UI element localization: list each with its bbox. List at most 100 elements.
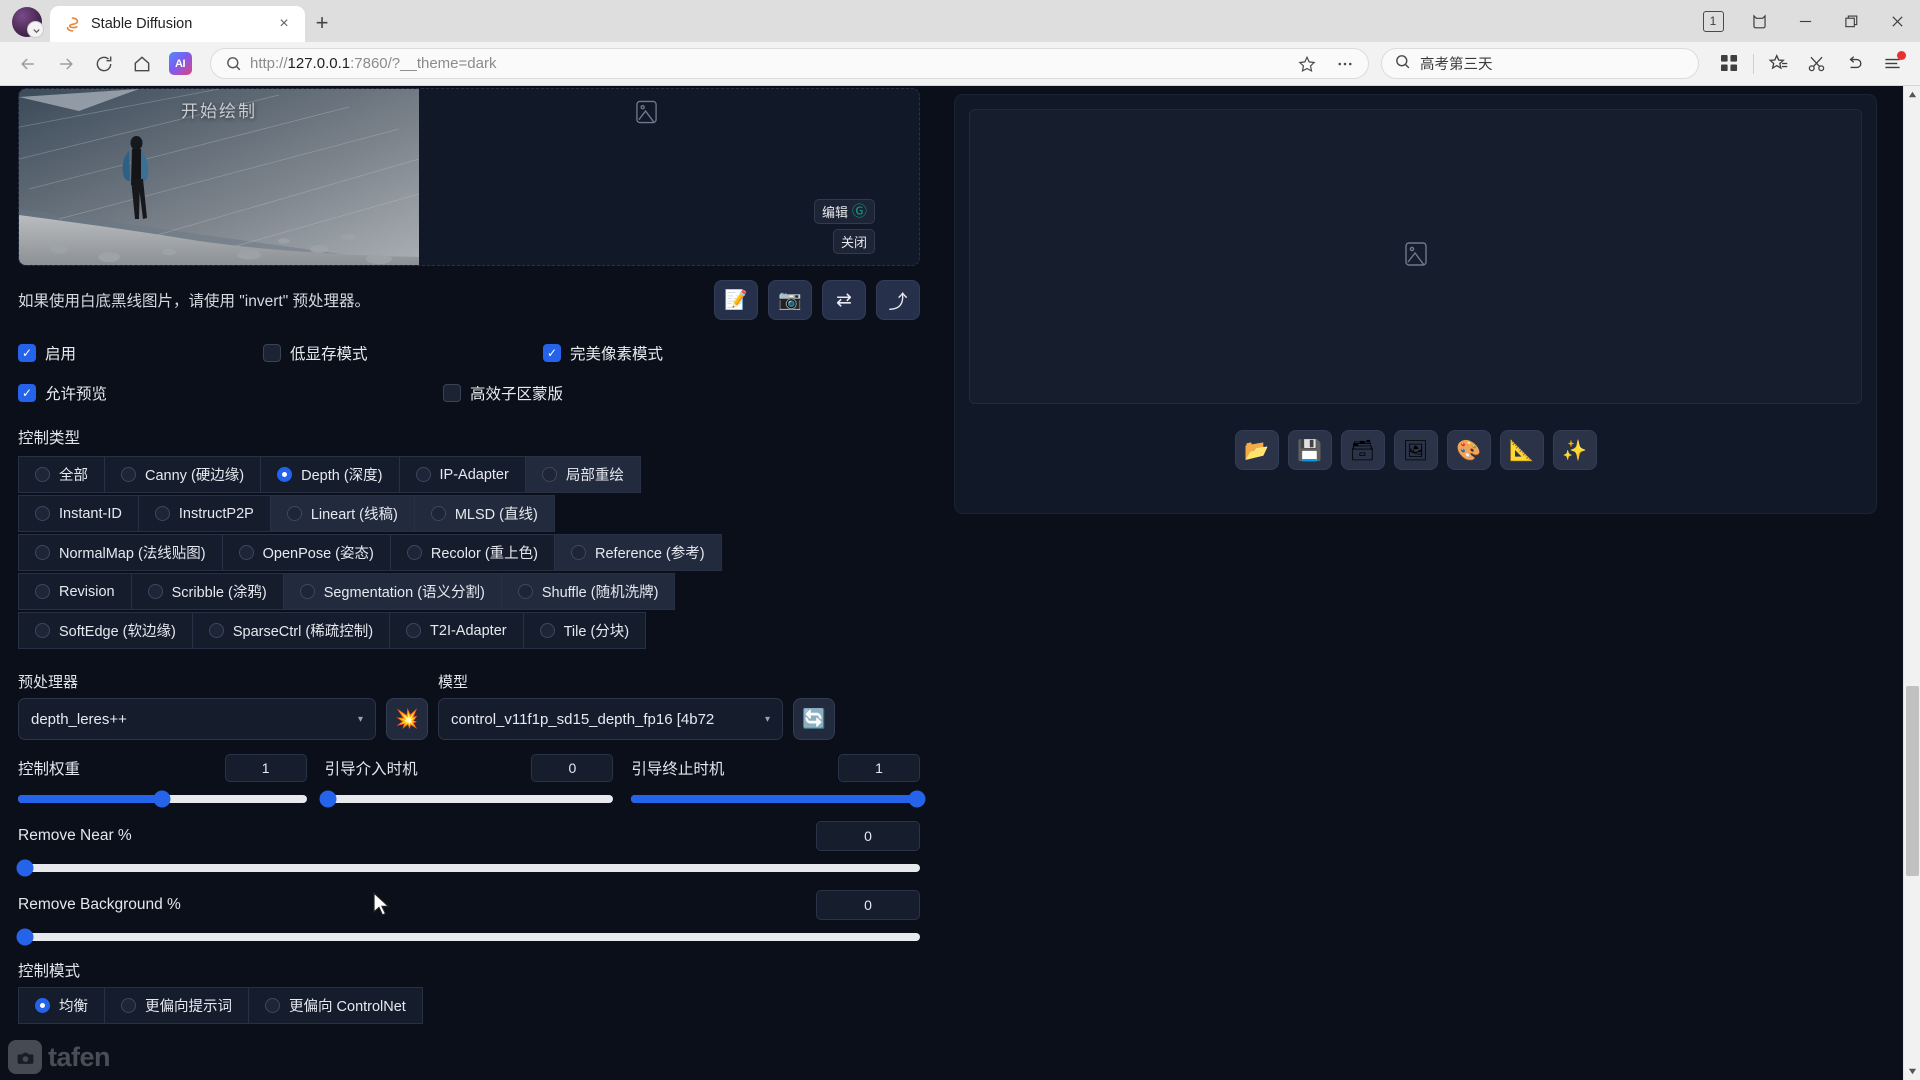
address-bar[interactable]: http://127.0.0.1:7860/?__theme=dark (210, 48, 1369, 79)
radio-dot (571, 545, 586, 560)
slider-value[interactable]: 0 (816, 890, 920, 920)
slider-knob[interactable] (16, 928, 34, 946)
minimize-button[interactable] (1782, 0, 1828, 42)
slider-track[interactable] (319, 790, 614, 808)
control-type-tile[interactable]: Tile (分块) (523, 612, 647, 649)
control-type-instant-id[interactable]: Instant-ID (18, 495, 139, 532)
control-type-segmentation[interactable]: Segmentation (语义分割) (283, 573, 502, 610)
address-more-icon[interactable] (1330, 51, 1360, 77)
control-type-depth[interactable]: Depth (深度) (261, 456, 400, 493)
scissors-icon[interactable] (1798, 48, 1834, 80)
slider-value[interactable]: 0 (816, 821, 920, 851)
control-type-sparsectrl[interactable]: SparseCtrl (稀疏控制) (192, 612, 391, 649)
scroll-down-arrow[interactable] (1904, 1063, 1920, 1080)
control-type-instructp2p[interactable]: InstructP2P (138, 495, 271, 532)
slider-knob[interactable] (16, 859, 34, 877)
edit-image-button[interactable]: 编辑 Ⓖ (813, 199, 875, 224)
back-button[interactable] (10, 47, 46, 81)
model-dropdown[interactable]: control_v11f1p_sd15_depth_fp16 [4b72 ▾ (438, 698, 783, 740)
camera-icon[interactable]: 📷 (768, 280, 812, 320)
controlnet-image-dropzone[interactable]: 开始绘制 编辑 Ⓖ 关闭 (18, 88, 920, 266)
checkbox-enable[interactable]: ✓ 启用 (18, 342, 263, 364)
search-box[interactable]: 高考第三天 (1381, 48, 1699, 79)
save-floppy-icon[interactable]: 💾 (1287, 430, 1332, 470)
control-type-scribble[interactable]: Scribble (涂鸦) (131, 573, 284, 610)
slider-knob[interactable] (908, 790, 926, 808)
control-type-shuffle[interactable]: Shuffle (随机洗牌) (501, 573, 676, 610)
control-type-mlsd[interactable]: MLSD (直线) (414, 495, 555, 532)
slider-knob[interactable] (153, 790, 171, 808)
checkbox-effective-region-mask[interactable]: ✓ 高效子区蒙版 (443, 382, 563, 404)
favorites-star-icon[interactable] (1760, 48, 1796, 80)
control-type-canny[interactable]: Canny (硬边缘) (105, 456, 262, 493)
reload-button[interactable] (86, 47, 122, 81)
slider-track[interactable] (16, 928, 920, 946)
scrollbar-thumb[interactable] (1906, 686, 1919, 876)
radio-dot (299, 584, 315, 599)
maximize-button[interactable] (1828, 0, 1874, 42)
profile-avatar[interactable] (12, 7, 44, 38)
undo-arrow-icon[interactable] (1836, 48, 1872, 80)
refresh-models-icon[interactable]: 🔄 (793, 698, 835, 740)
radio-dot (154, 506, 170, 521)
framed-picture-icon[interactable]: 🖼 (1393, 430, 1438, 470)
page-scrollbar[interactable] (1903, 86, 1920, 1080)
output-gallery-area[interactable] (969, 109, 1862, 404)
memo-icon[interactable]: 📝 (714, 280, 758, 320)
slider-control-weight: 控制权重 1 (18, 754, 307, 808)
control-type-recolor[interactable]: Recolor (重上色) (390, 534, 555, 571)
swap-arrows-icon[interactable]: ⇄ (822, 280, 866, 320)
send-arrow-icon[interactable]: ⤴ (876, 280, 920, 320)
hint-row: 如果使用白底黑线图片，请使用 "invert" 预处理器。 📝 📷 ⇄ ⤴ (18, 280, 920, 320)
checkbox-lowvram[interactable]: ✓ 低显存模式 (263, 342, 543, 364)
radio-label: Lineart (线稿) (310, 507, 398, 523)
slider-track[interactable] (18, 790, 307, 808)
control-type-revision[interactable]: Revision (18, 573, 132, 610)
checkbox-allow-preview[interactable]: ✓ 允许预览 (18, 382, 443, 404)
checkbox-pixel-perfect[interactable]: ✓ 完美像素模式 (543, 342, 663, 364)
preprocessor-group: 预处理器 depth_leres++ ▾ (18, 671, 376, 740)
browser-tab[interactable]: Stable Diffusion × (50, 6, 305, 42)
close-window-button[interactable] (1874, 0, 1920, 42)
slider-value[interactable]: 1 (838, 754, 921, 782)
gradio-content: 开始绘制 编辑 Ⓖ 关闭 如果使用白底黑线图片，请使用 "invert" 预处理… (0, 86, 1903, 1080)
open-folder-icon[interactable]: 📂 (1234, 430, 1279, 470)
forward-button[interactable] (48, 47, 84, 81)
slider-value[interactable]: 0 (531, 754, 614, 782)
scroll-up-arrow[interactable] (1904, 86, 1920, 103)
control-type-normalmap[interactable]: NormalMap (法线贴图) (18, 534, 223, 571)
slider-track[interactable] (16, 859, 920, 877)
close-image-button[interactable]: 关闭 (832, 229, 875, 254)
hamburger-menu-icon[interactable] (1874, 48, 1910, 80)
control-type-reference[interactable]: Reference (参考) (555, 534, 722, 571)
control-mode-prompt[interactable]: 更偏向提示词 (105, 987, 249, 1024)
sparkles-icon[interactable]: ✨ (1552, 430, 1597, 470)
preprocessor-dropdown[interactable]: depth_leres++ ▾ (18, 698, 376, 740)
slider-knob[interactable] (319, 790, 337, 808)
triangular-ruler-icon[interactable]: 📐 (1499, 430, 1544, 470)
control-type-inpaint[interactable]: 局部重绘 (525, 456, 641, 493)
control-mode-balanced[interactable]: 均衡 (18, 987, 105, 1024)
tab-count-button[interactable]: 1 (1690, 0, 1736, 42)
slider-value[interactable]: 1 (224, 754, 307, 782)
home-button[interactable] (124, 47, 160, 81)
bookmark-star-icon[interactable] (1292, 51, 1322, 77)
control-mode-controlnet[interactable]: 更偏向 ControlNet (249, 987, 423, 1024)
ai-copilot-button[interactable]: AI (162, 47, 198, 81)
card-file-box-icon[interactable]: 🗃 (1340, 430, 1385, 470)
control-type-ip-adapter[interactable]: IP-Adapter (399, 456, 526, 493)
explosion-icon[interactable]: 💥 (386, 698, 428, 740)
palette-icon[interactable]: 🎨 (1446, 430, 1491, 470)
tab-close-button[interactable]: × (273, 13, 295, 35)
control-type-all[interactable]: 全部 (18, 456, 105, 493)
apps-grid-icon[interactable] (1711, 48, 1747, 80)
control-type-openpose[interactable]: OpenPose (姿态) (222, 534, 391, 571)
image-placeholder-icon (1404, 240, 1428, 273)
new-tab-button[interactable]: + (305, 6, 339, 40)
collections-icon[interactable] (1736, 0, 1782, 42)
control-type-lineart[interactable]: Lineart (线稿) (270, 495, 415, 532)
control-type-softedge[interactable]: SoftEdge (软边缘) (18, 612, 193, 649)
slider-track[interactable] (631, 790, 926, 808)
control-type-t2i-adapter[interactable]: T2I-Adapter (390, 612, 524, 649)
controlnet-source-image[interactable]: 开始绘制 (19, 89, 419, 265)
